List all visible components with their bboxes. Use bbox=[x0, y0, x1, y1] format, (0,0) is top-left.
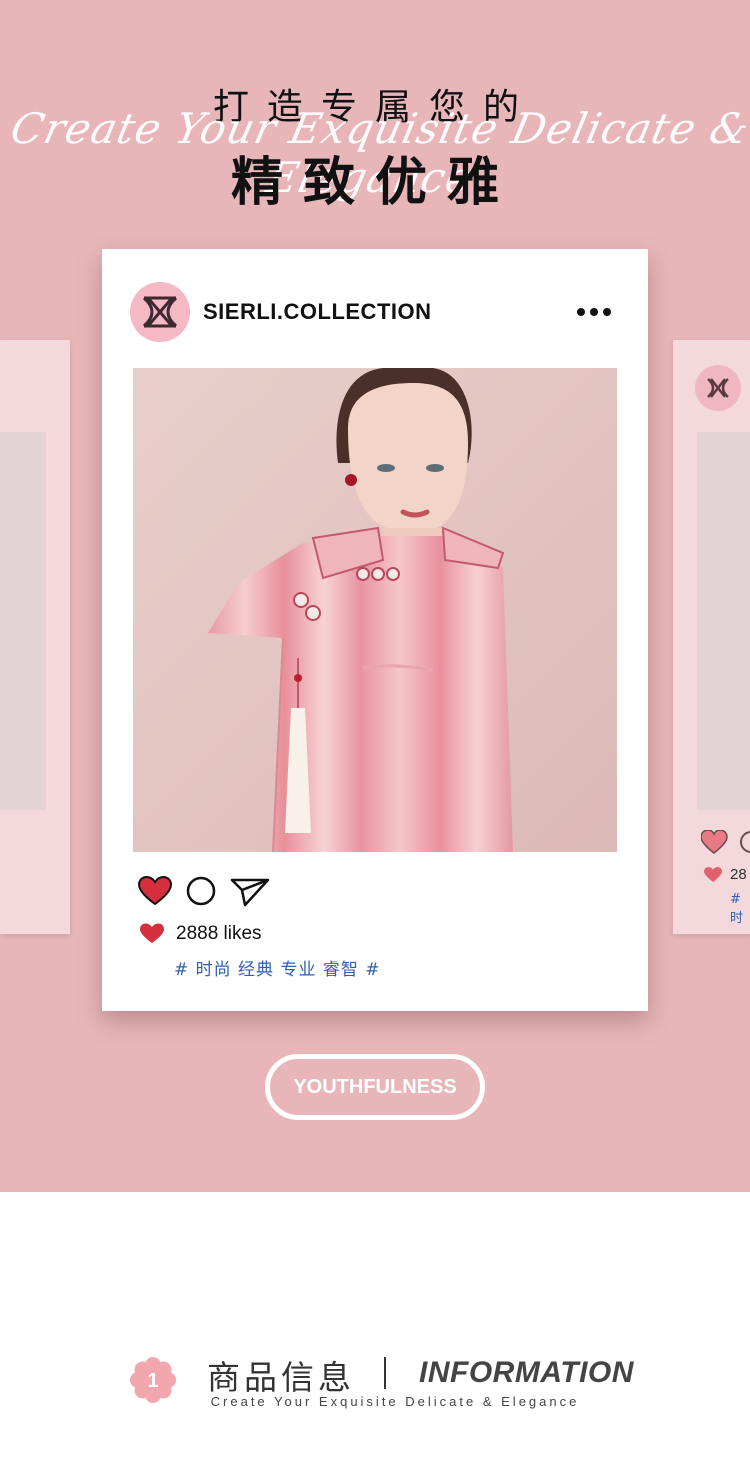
post-username[interactable]: SIERLI.COLLECTION bbox=[203, 299, 432, 325]
post-photo[interactable] bbox=[133, 368, 617, 852]
small-heart-icon bbox=[140, 923, 164, 943]
heart-icon[interactable] bbox=[138, 876, 172, 906]
likes-count: 2888 likes bbox=[176, 923, 262, 944]
info-divider bbox=[384, 1357, 386, 1389]
youthfulness-button[interactable]: YOUTHFULNESS bbox=[265, 1054, 485, 1120]
hero-section: 打造专属您的 Create Your Exquisite Delicate & … bbox=[0, 0, 750, 1192]
side-post-image bbox=[0, 432, 46, 810]
share-icon[interactable] bbox=[230, 877, 270, 907]
info-subtitle: Create Your Exquisite Delicate & Eleganc… bbox=[210, 1394, 580, 1409]
side-tag-partial: # 时 bbox=[730, 892, 744, 926]
side-likes-partial: 28 bbox=[730, 866, 747, 883]
brand-logo-icon[interactable] bbox=[130, 282, 190, 342]
comment-icon[interactable] bbox=[186, 876, 216, 906]
small-heart-icon bbox=[704, 867, 722, 882]
post-actions bbox=[138, 873, 278, 909]
heart-icon bbox=[701, 830, 750, 854]
post-tags[interactable]: # 时尚 经典 专业 睿智 # bbox=[174, 955, 381, 980]
side-post-card-left[interactable] bbox=[0, 340, 70, 934]
more-dots-icon[interactable] bbox=[576, 305, 612, 319]
post-card: SIERLI.COLLECTION 2888 likes # 时尚 经典 专业 … bbox=[102, 249, 648, 1011]
info-title-cn: 商品信息 bbox=[207, 1358, 355, 1397]
info-number: 1 bbox=[147, 1370, 158, 1392]
brand-logo-icon bbox=[695, 365, 741, 411]
info-title-en: INFORMATION bbox=[419, 1356, 634, 1389]
headline-line2: 精致优雅 bbox=[230, 153, 519, 213]
side-post-card-right[interactable]: 28 # 时 bbox=[673, 340, 750, 934]
side-post-image bbox=[697, 432, 750, 810]
